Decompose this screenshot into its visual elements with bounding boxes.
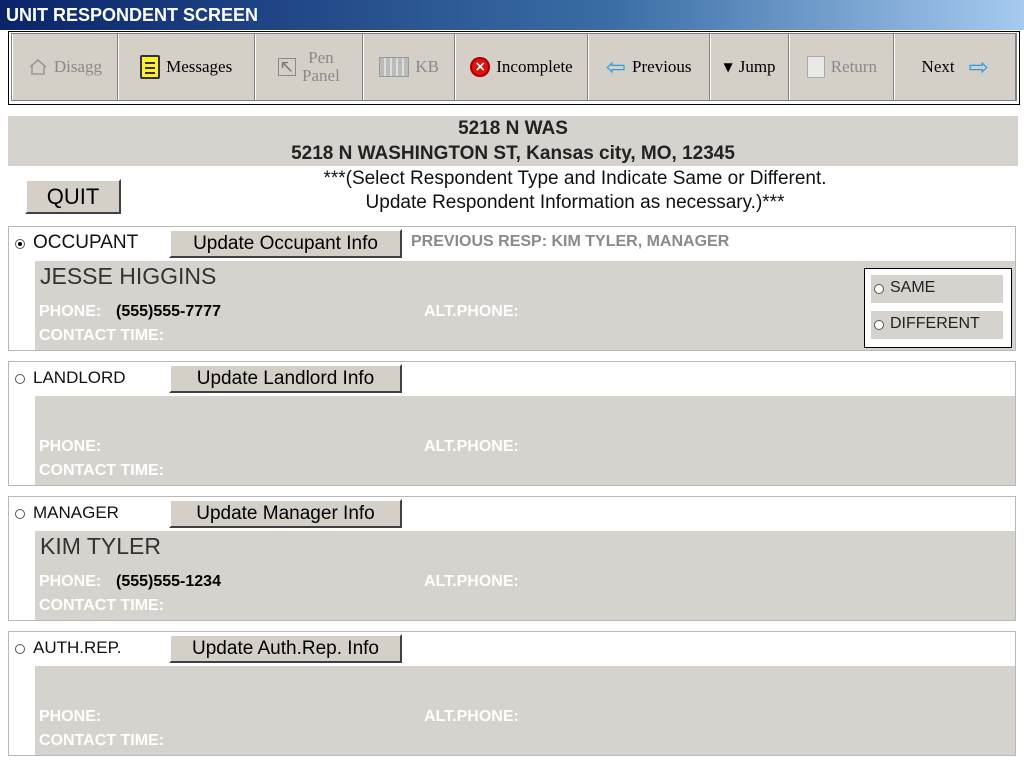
keyboard-icon — [379, 57, 410, 77]
instructions: ***(Select Respondent Type and Indicate … — [230, 167, 920, 215]
disagg-label: Disagg — [53, 57, 102, 76]
window-title: UNIT RESPONDENT SCREEN — [0, 0, 1024, 30]
pen-panel-line2: Panel — [302, 66, 340, 85]
triangle-down-icon: ▼ — [723, 60, 733, 74]
address-band: 5218 N WAS 5218 N WASHINGTON ST, Kansas … — [8, 116, 1018, 166]
landlord-info-panel: PHONE: ALT.PHONE: CONTACT TIME: — [35, 396, 1015, 485]
occupant-radio[interactable] — [15, 239, 25, 249]
same-option[interactable]: SAME — [871, 275, 1003, 303]
same-label: SAME — [890, 279, 936, 296]
notes-icon — [140, 55, 161, 79]
update-occupant-button[interactable]: Update Occupant Info — [169, 229, 402, 258]
instructions-line1: ***(Select Respondent Type and Indicate … — [323, 168, 827, 189]
disagg-button[interactable]: Disagg — [12, 34, 118, 100]
pen-icon — [278, 58, 297, 76]
update-manager-button[interactable]: Update Manager Info — [169, 499, 402, 528]
update-landlord-button[interactable]: Update Landlord Info — [169, 364, 402, 393]
different-option[interactable]: DIFFERENT — [871, 311, 1003, 339]
landlord-radio[interactable] — [15, 374, 25, 384]
manager-radio[interactable] — [15, 509, 25, 519]
landlord-alt-phone-label: ALT.PHONE: — [424, 438, 519, 455]
incomplete-button[interactable]: × Incomplete — [455, 34, 588, 100]
red-x-icon: × — [470, 57, 491, 77]
manager-alt-phone-label: ALT.PHONE: — [424, 573, 519, 590]
landlord-contact-time-label: CONTACT TIME: — [39, 462, 165, 479]
address-full: 5218 N WASHINGTON ST, Kansas city, MO, 1… — [291, 143, 735, 164]
manager-contact-time-label: CONTACT TIME: — [39, 597, 165, 614]
address-short: 5218 N WAS — [458, 118, 568, 139]
manager-label: MANAGER — [33, 503, 119, 522]
auth-rep-alt-phone-label: ALT.PHONE: — [424, 708, 519, 725]
auth-rep-contact-time-label: CONTACT TIME: — [39, 732, 165, 749]
jump-label: Jump — [738, 57, 776, 76]
auth-rep-label: AUTH.REP. — [33, 638, 122, 657]
next-button[interactable]: Next ⇨ — [894, 34, 1016, 100]
jump-button[interactable]: ▼ Jump — [709, 34, 790, 100]
quit-button[interactable]: QUIT — [25, 179, 121, 214]
landlord-phone-label: PHONE: — [39, 438, 102, 455]
same-radio[interactable] — [874, 284, 884, 294]
manager-section: MANAGER Update Manager Info KIM TYLER PH… — [8, 496, 1016, 621]
occupant-alt-phone-label: ALT.PHONE: — [424, 303, 519, 320]
previous-respondent: PREVIOUS RESP: KIM TYLER, MANAGER — [411, 233, 730, 250]
left-arrow-icon: ⇦ — [605, 53, 627, 81]
auth-rep-section: AUTH.REP. Update Auth.Rep. Info PHONE: A… — [8, 631, 1016, 756]
toolbar-inner: Disagg Messages Pen Panel KB × Incomplet… — [11, 33, 1017, 101]
instructions-line2: Update Respondent Information as necessa… — [365, 192, 785, 213]
manager-info-panel: KIM TYLER PHONE: (555)555-1234 ALT.PHONE… — [35, 531, 1015, 620]
messages-button[interactable]: Messages — [117, 34, 255, 100]
different-label: DIFFERENT — [890, 315, 980, 332]
occupant-name: JESSE HIGGINS — [40, 263, 217, 289]
occupant-phone-label: PHONE: — [39, 303, 102, 320]
return-button[interactable]: Return — [789, 34, 895, 100]
update-auth-rep-button[interactable]: Update Auth.Rep. Info — [169, 634, 402, 663]
kb-button[interactable]: KB — [363, 34, 456, 100]
occupant-contact-time-label: CONTACT TIME: — [39, 327, 165, 344]
house-icon — [29, 58, 47, 75]
different-radio[interactable] — [874, 320, 884, 330]
previous-label: Previous — [632, 57, 692, 76]
messages-label: Messages — [166, 57, 233, 76]
landlord-label: LANDLORD — [33, 368, 126, 387]
next-label: Next — [921, 57, 955, 76]
occupant-phone: (555)555-7777 — [116, 303, 221, 320]
pen-panel-label: Pen Panel — [302, 49, 340, 85]
auth-rep-radio[interactable] — [15, 644, 25, 654]
kb-label: KB — [415, 57, 440, 76]
right-arrow-icon: ⇨ — [968, 53, 989, 81]
return-icon — [806, 56, 825, 78]
incomplete-label: Incomplete — [496, 57, 573, 76]
auth-rep-phone-label: PHONE: — [39, 708, 102, 725]
manager-name: KIM TYLER — [40, 533, 161, 559]
landlord-section: LANDLORD Update Landlord Info PHONE: ALT… — [8, 361, 1016, 486]
return-label: Return — [830, 57, 877, 76]
occupant-label: OCCUPANT — [33, 232, 139, 253]
manager-phone: (555)555-1234 — [116, 573, 221, 590]
pen-panel-button[interactable]: Pen Panel — [254, 34, 364, 100]
pen-panel-line1: Pen — [308, 48, 334, 67]
previous-button[interactable]: ⇦ Previous — [587, 34, 710, 100]
auth-rep-info-panel: PHONE: ALT.PHONE: CONTACT TIME: — [35, 666, 1015, 755]
toolbar: Disagg Messages Pen Panel KB × Incomplet… — [8, 31, 1020, 105]
same-different-group: SAME DIFFERENT — [864, 268, 1012, 348]
manager-phone-label: PHONE: — [39, 573, 102, 590]
